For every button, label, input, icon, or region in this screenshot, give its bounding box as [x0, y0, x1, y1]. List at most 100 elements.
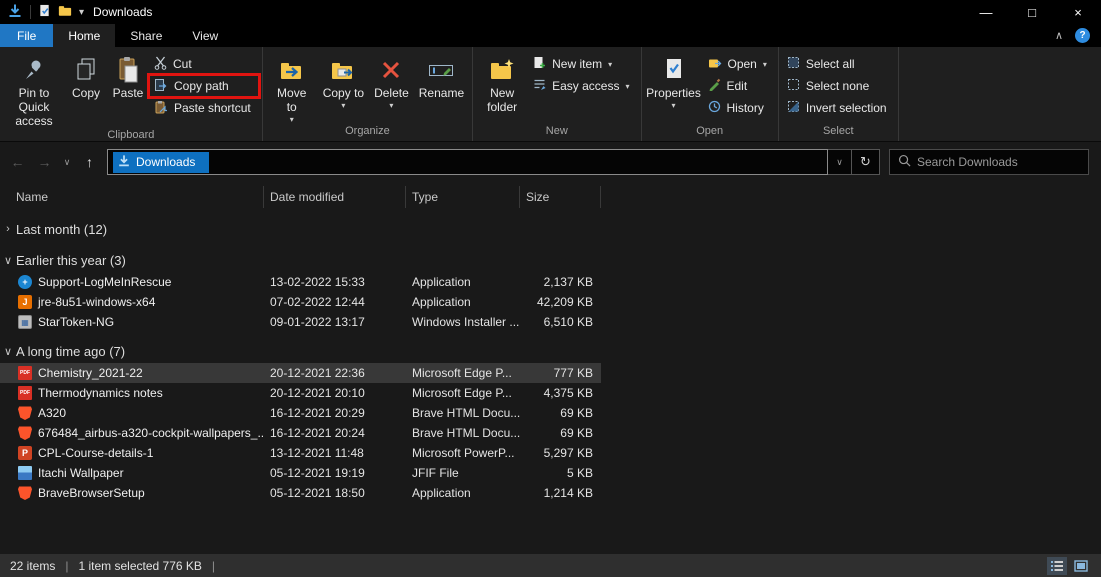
brave-setup-file-icon: [18, 486, 32, 500]
file-name: StarToken-NG: [38, 315, 115, 329]
tab-home[interactable]: Home: [53, 24, 116, 47]
properties-icon: [663, 53, 685, 87]
paste-shortcut-button[interactable]: Paste shortcut: [149, 97, 259, 119]
select-all-button[interactable]: Select all: [782, 53, 895, 75]
up-button[interactable]: ↑: [76, 149, 103, 175]
group-label-clipboard: Clipboard: [107, 129, 155, 142]
minimize-button[interactable]: —: [963, 0, 1009, 24]
refresh-icon[interactable]: ↻: [852, 149, 880, 175]
chevron-right-icon[interactable]: ›: [0, 223, 16, 235]
qat-properties-icon[interactable]: [38, 4, 51, 20]
copy-button[interactable]: Copy: [65, 49, 107, 101]
file-name: BraveBrowserSetup: [38, 486, 145, 500]
group-header[interactable]: ∨ Earlier this year (3): [0, 248, 1101, 272]
file-date-modified: 05-12-2021 18:50: [270, 486, 365, 500]
close-button[interactable]: ×: [1055, 0, 1101, 24]
column-header-type[interactable]: Type: [406, 186, 520, 208]
search-box[interactable]: [889, 149, 1089, 175]
file-row[interactable]: P CPL-Course-details-1 13-12-2021 11:48 Mic…: [0, 443, 601, 463]
file-row[interactable]: 676484_airbus-a320-cockpit-wallpapers_..…: [0, 423, 601, 443]
rename-button[interactable]: Rename: [414, 49, 469, 101]
invert-selection-button[interactable]: Invert selection: [782, 97, 895, 119]
edit-button[interactable]: Edit: [703, 75, 775, 97]
qat-customize-dropdown-icon[interactable]: ▾: [79, 7, 84, 18]
file-size: 4,375 KB: [543, 386, 593, 400]
address-bar-row: ← → ∨ ↑ Downloads ∨ ↻: [0, 147, 1101, 177]
titlebar[interactable]: ▾ Downloads — □ ×: [0, 0, 1101, 24]
file-date-modified: 09-01-2022 13:17: [270, 315, 365, 329]
qat-new-folder-icon[interactable]: [58, 4, 72, 20]
file-name: Thermodynamics notes: [38, 386, 163, 400]
file-row[interactable]: Itachi Wallpaper 05-12-2021 19:19 JFIF Fil…: [0, 463, 601, 483]
collapse-ribbon-icon[interactable]: ∧: [1055, 29, 1063, 42]
file-row[interactable]: PDF Thermodynamics notes 20-12-2021 20:10 M…: [0, 383, 601, 403]
maximize-button[interactable]: □: [1009, 0, 1055, 24]
java-file-icon: J: [18, 295, 32, 309]
tab-share[interactable]: Share: [115, 24, 177, 47]
tab-view[interactable]: View: [177, 24, 233, 47]
history-button[interactable]: History: [703, 97, 775, 119]
easy-access-button[interactable]: Easy access ▾: [528, 75, 637, 97]
chevron-down-icon[interactable]: ∨: [0, 254, 16, 267]
edit-icon: [708, 78, 721, 94]
group-header[interactable]: ∨ A long time ago (7): [0, 339, 1101, 363]
back-button[interactable]: ←: [4, 149, 31, 175]
window-controls: — □ ×: [963, 0, 1101, 24]
copy-path-button[interactable]: Copy path: [147, 73, 261, 99]
ribbon-group-select: Select all Select none Invert selection: [779, 47, 899, 141]
selection-summary: 1 item selected 776 KB: [78, 558, 202, 573]
address-breadcrumb[interactable]: Downloads: [113, 151, 210, 173]
file-row[interactable]: A320 16-12-2021 20:29 Brave HTML Docu... 69…: [0, 403, 601, 423]
file-row[interactable]: PDF Chemistry_2021-22 20-12-2021 22:36 Micr…: [0, 363, 601, 383]
ribbon: Pin to Quick access Copy Paste Cut Copy …: [0, 47, 1101, 142]
file-name: CPL-Course-details-1: [38, 446, 154, 460]
brave-file-icon: [18, 426, 32, 440]
file-name: jre-8u51-windows-x64: [38, 295, 156, 309]
file-date-modified: 13-02-2022 15:33: [270, 275, 365, 289]
move-to-button[interactable]: Move to ▾: [266, 49, 318, 124]
delete-button[interactable]: Delete ▾: [369, 49, 414, 110]
thumbnail-view-icon[interactable]: [1071, 557, 1091, 575]
search-input[interactable]: [917, 155, 1080, 169]
new-item-button[interactable]: New item ▾: [528, 53, 637, 75]
forward-button[interactable]: →: [31, 149, 58, 175]
address-dropdown-icon[interactable]: ∨: [828, 149, 852, 175]
column-header-size[interactable]: Size: [520, 186, 601, 208]
pdf-file-icon: PDF: [18, 386, 32, 400]
file-row[interactable]: BraveBrowserSetup 05-12-2021 18:50 Applica…: [0, 483, 601, 503]
copy-to-button[interactable]: Copy to ▾: [318, 49, 369, 110]
paste-button[interactable]: Paste: [107, 49, 149, 101]
details-view-icon[interactable]: [1047, 556, 1067, 575]
paste-icon: [116, 53, 140, 87]
copy-to-icon: [330, 53, 356, 87]
tab-file[interactable]: File: [0, 24, 54, 47]
group-label-organize: Organize: [345, 125, 390, 137]
copy-icon: [74, 53, 98, 87]
column-header-date-modified[interactable]: Date modified: [264, 186, 406, 208]
file-row[interactable]: ▦ StarToken-NG 09-01-2022 13:17 Windows Ins…: [0, 312, 601, 332]
chevron-down-icon[interactable]: ∨: [0, 345, 16, 358]
ppt-file-icon: P: [18, 446, 32, 460]
group-header[interactable]: › Last month (12): [0, 217, 1101, 241]
installer-file-icon: ▦: [18, 315, 32, 329]
column-headers: Name Date modified Type Size: [0, 186, 1101, 208]
pdf-file-icon: PDF: [18, 366, 32, 380]
select-none-button[interactable]: Select none: [782, 75, 895, 97]
open-button[interactable]: Open ▾: [703, 53, 775, 75]
recent-locations-icon[interactable]: ∨: [58, 149, 76, 175]
file-row[interactable]: + Support-LogMeInRescue 13-02-2022 15:33 Ap…: [0, 272, 601, 292]
brave-file-icon: [18, 406, 32, 420]
pin-to-quick-access-button[interactable]: Pin to Quick access: [3, 49, 65, 128]
cut-button[interactable]: Cut: [149, 53, 259, 75]
file-row[interactable]: Jjre-8u51-windows-x64 07-02-2022 12:44 App…: [0, 292, 601, 312]
column-header-name[interactable]: Name: [0, 186, 264, 208]
file-date-modified: 07-02-2022 12:44: [270, 295, 365, 309]
new-item-icon: [533, 56, 546, 73]
downloads-folder-icon: [117, 154, 131, 171]
help-icon[interactable]: ?: [1075, 28, 1090, 43]
address-field[interactable]: Downloads: [107, 149, 828, 175]
properties-button[interactable]: Properties ▾: [645, 49, 703, 110]
window-title: Downloads: [93, 5, 153, 19]
cut-icon: [154, 56, 167, 73]
new-folder-button[interactable]: New folder: [476, 49, 528, 115]
